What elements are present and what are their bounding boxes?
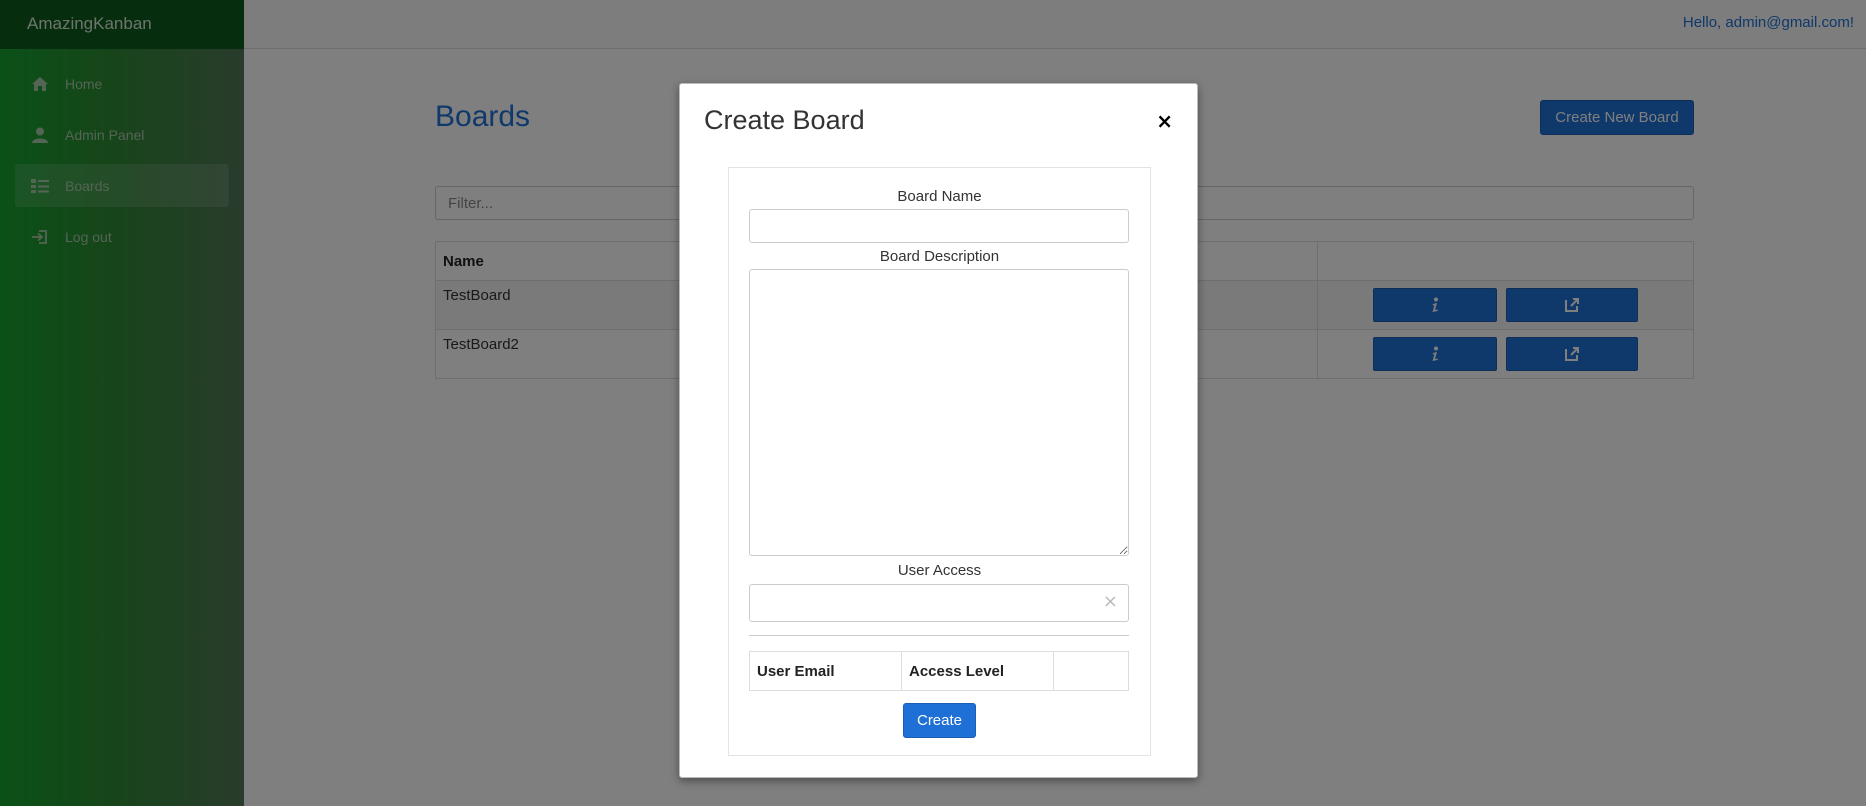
user-access-table: User Email Access Level [749, 651, 1129, 691]
table-header-row: User Email Access Level [749, 651, 1129, 691]
user-access-label: User Access [897, 562, 982, 579]
board-name-label: Board Name [897, 188, 982, 205]
board-description-label: Board Description [879, 248, 1000, 265]
divider [749, 635, 1129, 636]
column-header-actions [1053, 651, 1129, 691]
board-description-textarea[interactable] [749, 269, 1129, 556]
user-access-select[interactable]: × [749, 584, 1129, 622]
clear-icon[interactable]: × [1103, 591, 1118, 612]
modal-title: Create Board [704, 105, 865, 135]
board-name-input[interactable] [749, 209, 1129, 243]
column-header-user-email: User Email [749, 651, 902, 691]
create-board-form: Board Name Board Description User Access… [728, 167, 1151, 756]
close-icon[interactable]: × [1156, 111, 1173, 131]
create-button[interactable]: Create [903, 703, 976, 738]
column-header-access-level: Access Level [901, 651, 1054, 691]
create-board-modal: Create Board × Board Name Board Descript… [679, 83, 1198, 778]
